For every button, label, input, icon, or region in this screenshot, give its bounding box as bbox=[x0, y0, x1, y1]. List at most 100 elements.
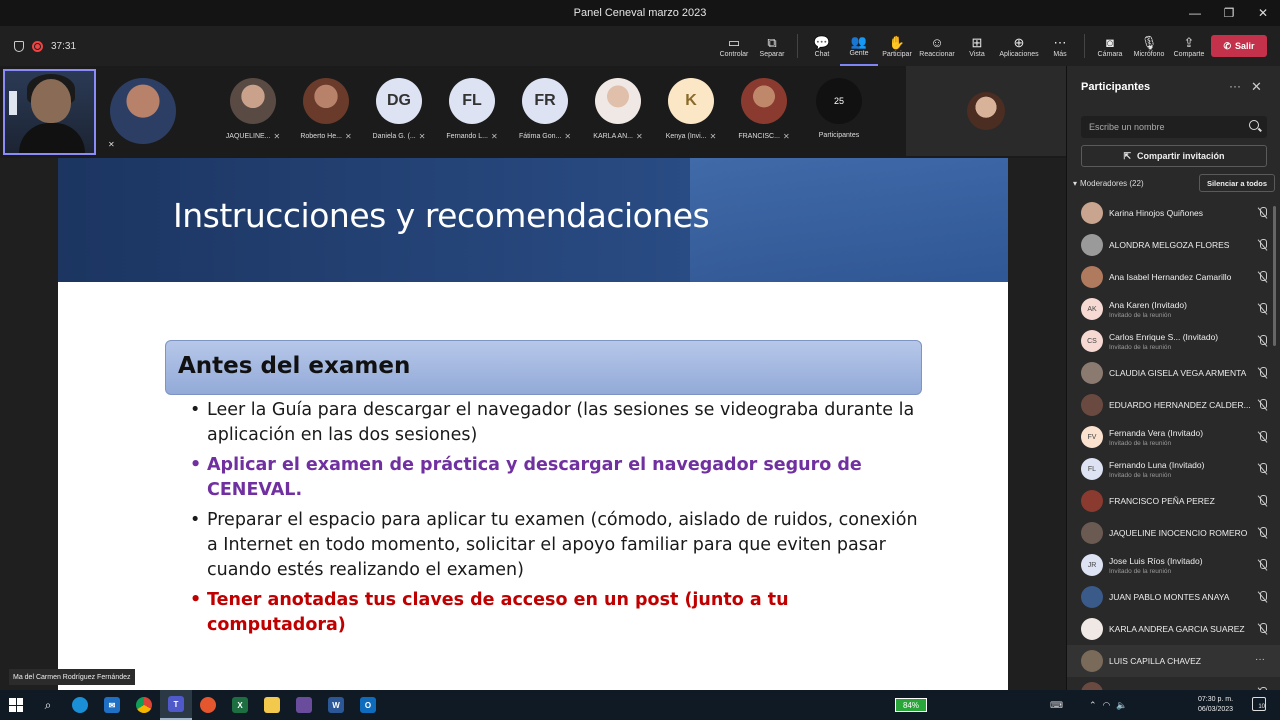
title-bar: Panel Ceneval marzo 2023 — ❐ ✕ bbox=[0, 0, 1280, 26]
toolbar-tools: ▭ Controlar ⧉ Separar 💬 Chat 👥 Gente ✋ P… bbox=[715, 26, 1209, 66]
keyboard-icon[interactable]: ⌨ bbox=[1050, 700, 1063, 711]
participant-list-item[interactable]: FL Fernando Luna (Invitado) Invitado de la… bbox=[1067, 453, 1280, 485]
taskbar: ⌕ ✉ T X W O 84% ⌨ ⌃ ◠ 🔈 07:30 p. m. 06/0… bbox=[0, 690, 1280, 720]
participant-name: JAQUELINE INOCENCIO ROMERO bbox=[1109, 528, 1248, 538]
share-button[interactable]: ⇪ Comparte bbox=[1169, 26, 1209, 66]
participant-tile[interactable]: Roberto He... ✕ bbox=[296, 78, 356, 141]
mic-off-icon: ✕ bbox=[418, 132, 426, 141]
participant-tile[interactable]: FR Fátima Gon... ✕ bbox=[515, 78, 575, 141]
participant-list-item[interactable]: Karina Hinojos Quiñones bbox=[1067, 197, 1280, 229]
avatar: K bbox=[668, 78, 714, 124]
app-button[interactable] bbox=[192, 690, 224, 720]
window-title: Panel Ceneval marzo 2023 bbox=[573, 7, 707, 19]
mail-button[interactable]: ✉ bbox=[96, 690, 128, 720]
participant-list-item[interactable]: EDUARDO HERNANDEZ CALDER... bbox=[1067, 389, 1280, 421]
mic-off-icon[interactable] bbox=[1258, 559, 1267, 571]
meeting-status: 37:31 bbox=[14, 40, 76, 52]
participant-list-item[interactable]: Ana Isabel Hernandez Camarillo bbox=[1067, 261, 1280, 293]
participants-count-tile[interactable]: 25 Participantes bbox=[809, 78, 869, 139]
participant-tile[interactable]: DG Daniela G. (... ✕ bbox=[369, 78, 429, 141]
participant-tile[interactable]: FRANCISC... ✕ bbox=[734, 78, 794, 141]
search-button[interactable]: ⌕ bbox=[32, 690, 64, 720]
mic-off-icon[interactable] bbox=[1258, 623, 1267, 635]
chevron-up-icon[interactable]: ⌃ bbox=[1089, 700, 1097, 711]
start-button[interactable] bbox=[0, 690, 32, 720]
app-button[interactable] bbox=[288, 690, 320, 720]
participant-list-item[interactable]: CLAUDIA GISELA VEGA ARMENTA bbox=[1067, 357, 1280, 389]
excel-button[interactable]: X bbox=[224, 690, 256, 720]
microphone-button[interactable]: 🎙 Micrófono bbox=[1129, 26, 1169, 66]
participant-list-item[interactable]: JAQUELINE INOCENCIO ROMERO bbox=[1067, 517, 1280, 549]
participant-video[interactable] bbox=[110, 78, 176, 144]
minimize-icon[interactable]: — bbox=[1178, 0, 1212, 26]
participant-role: Invitado de la reunión bbox=[1109, 567, 1172, 575]
battery-indicator[interactable]: 84% bbox=[895, 698, 927, 712]
react-button[interactable]: ☺ Reaccionar bbox=[916, 26, 958, 66]
raise-hand-button[interactable]: ✋ Participar bbox=[878, 26, 916, 66]
participant-list-item[interactable]: FRANCISCO PEÑA PEREZ bbox=[1067, 485, 1280, 517]
maximize-icon[interactable]: ❐ bbox=[1212, 0, 1246, 26]
people-button[interactable]: 👥 Gente bbox=[840, 26, 878, 66]
word-button[interactable]: W bbox=[320, 690, 352, 720]
participant-list-item[interactable]: ALONDRA MELGOZA FLORES bbox=[1067, 229, 1280, 261]
popout-button[interactable]: ⧉ Separar bbox=[753, 26, 791, 66]
outlook-button[interactable]: O bbox=[352, 690, 384, 720]
edge-button[interactable] bbox=[64, 690, 96, 720]
participant-list-item[interactable]: LUIS CAPILLA CHAVEZ ··· bbox=[1067, 645, 1280, 677]
mute-all-button[interactable]: Silenciar a todos bbox=[1198, 174, 1275, 192]
mic-off-icon[interactable] bbox=[1258, 335, 1267, 347]
mic-off-icon[interactable] bbox=[1258, 591, 1267, 603]
mic-off-icon[interactable] bbox=[1258, 271, 1267, 283]
apps-button[interactable]: ⊕ Aplicaciones bbox=[996, 26, 1042, 66]
more-options-icon[interactable]: ··· bbox=[1255, 654, 1265, 665]
participant-tile[interactable]: FL Fernando L... ✕ bbox=[442, 78, 502, 141]
view-button[interactable]: ⊞ Vista bbox=[958, 26, 996, 66]
more-button[interactable]: ⋯ Más bbox=[1042, 26, 1078, 66]
window-controls: — ❐ ✕ bbox=[1178, 0, 1280, 26]
grid-icon: ⊞ bbox=[971, 34, 983, 50]
participant-video[interactable] bbox=[906, 66, 1066, 156]
mic-off-icon[interactable] bbox=[1258, 207, 1267, 219]
close-window-icon[interactable]: ✕ bbox=[1246, 0, 1280, 26]
share-invite-button[interactable]: ⇱ Compartir invitación bbox=[1081, 145, 1267, 167]
participant-role: Invitado de la reunión bbox=[1109, 343, 1172, 351]
chat-button[interactable]: 💬 Chat bbox=[804, 26, 840, 66]
mic-off-icon[interactable] bbox=[1258, 239, 1267, 251]
participant-list-item[interactable]: CS Carlos Enrique S... (Invitado) Invitado… bbox=[1067, 325, 1280, 357]
participant-list-item[interactable]: JR Jose Luis Ríos (Invitado) Invitado de l… bbox=[1067, 549, 1280, 581]
hand-icon: ✋ bbox=[888, 34, 906, 50]
clock[interactable]: 07:30 p. m. 06/03/2023 bbox=[1198, 695, 1233, 715]
scrollbar[interactable] bbox=[1273, 206, 1276, 346]
explorer-button[interactable] bbox=[256, 690, 288, 720]
participant-list-item[interactable]: AK Ana Karen (Invitado) Invitado de la reu… bbox=[1067, 293, 1280, 325]
participant-tile[interactable]: JAQUELINE... ✕ bbox=[223, 78, 283, 141]
mic-off-icon[interactable] bbox=[1258, 463, 1267, 475]
participant-list-item[interactable]: FV Fernanda Vera (Invitado) Invitado de la… bbox=[1067, 421, 1280, 453]
more-options-icon[interactable]: ··· bbox=[1229, 79, 1241, 93]
participant-tile[interactable]: KARLA AN... ✕ bbox=[588, 78, 648, 141]
participant-tile[interactable]: K Kenya (Invi... ✕ bbox=[661, 78, 721, 141]
presenter-video[interactable] bbox=[3, 69, 96, 155]
volume-icon[interactable]: 🔈 bbox=[1116, 700, 1127, 711]
edge-icon bbox=[72, 697, 88, 713]
control-button[interactable]: ▭ Controlar bbox=[715, 26, 753, 66]
participant-list-item[interactable]: KARLA ANDREA GARCIA SUAREZ bbox=[1067, 613, 1280, 645]
wifi-icon[interactable]: ◠ bbox=[1103, 700, 1111, 711]
leave-button[interactable]: ✆ Salir bbox=[1211, 35, 1267, 57]
chrome-button[interactable] bbox=[128, 690, 160, 720]
app-icon bbox=[200, 697, 216, 713]
mic-off-icon[interactable] bbox=[1258, 367, 1267, 379]
mic-off-icon[interactable] bbox=[1258, 495, 1267, 507]
moderators-header[interactable]: ▾ Moderadores (22) Silenciar a todos bbox=[1073, 174, 1275, 192]
mic-off-icon[interactable] bbox=[1258, 527, 1267, 539]
close-icon[interactable]: ✕ bbox=[1251, 79, 1262, 95]
notification-icon[interactable]: 10 bbox=[1252, 697, 1266, 711]
mic-off-icon[interactable] bbox=[1258, 399, 1267, 411]
participant-list-item[interactable]: JUAN PABLO MONTES ANAYA bbox=[1067, 581, 1280, 613]
camera-button[interactable]: ◙ Cámara bbox=[1091, 26, 1129, 66]
teams-button[interactable]: T bbox=[160, 690, 192, 720]
avatar bbox=[1081, 362, 1103, 384]
mic-off-icon[interactable] bbox=[1258, 303, 1267, 315]
mic-off-icon[interactable] bbox=[1258, 431, 1267, 443]
search-input[interactable]: Escribe un nombre bbox=[1081, 116, 1267, 138]
